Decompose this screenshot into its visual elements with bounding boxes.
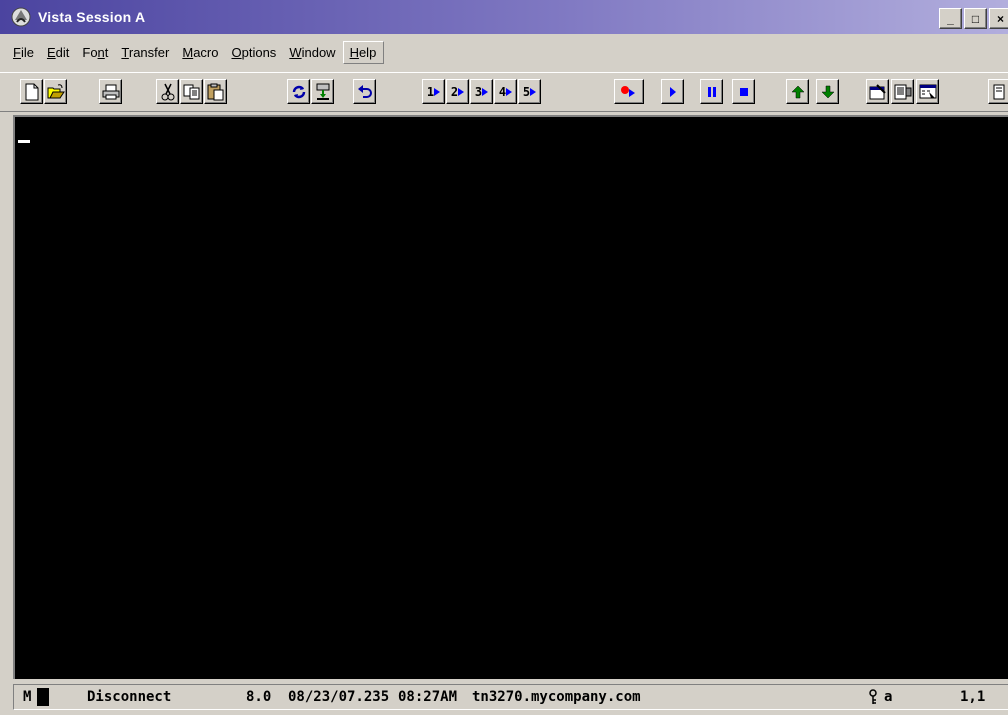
menu-file[interactable]: File xyxy=(7,42,41,63)
menu-window[interactable]: Window xyxy=(283,42,342,63)
menu-help[interactable]: Help xyxy=(342,41,385,64)
extra-icon xyxy=(993,84,1004,99)
properties-button[interactable] xyxy=(866,79,889,104)
macro-1-icon: 1 xyxy=(426,84,435,99)
new-button[interactable] xyxy=(20,79,43,104)
close-icon: × xyxy=(996,11,1004,26)
window-title: Vista Session A xyxy=(38,9,146,25)
macro-3-icon: 3 xyxy=(474,84,483,99)
send-up-button[interactable] xyxy=(786,79,809,104)
menu-bar: File Edit Font Transfer Macro Options Wi… xyxy=(0,35,1008,70)
lock-icon xyxy=(869,689,877,704)
status-date: 08/23/07.235 xyxy=(288,689,390,705)
copy-icon xyxy=(183,84,199,99)
paste-button[interactable] xyxy=(204,79,227,104)
toolbar: 1 2 3 4 5 xyxy=(0,72,1008,112)
keyboard-map-button[interactable] xyxy=(916,79,939,104)
receive-down-button[interactable] xyxy=(816,79,839,104)
pause-button[interactable] xyxy=(700,79,723,104)
macro-2-button[interactable]: 2 xyxy=(446,79,469,104)
minimize-icon: _ xyxy=(947,11,954,26)
print-button[interactable] xyxy=(99,79,122,104)
open-button[interactable] xyxy=(44,79,67,104)
print-icon xyxy=(102,84,119,99)
play-icon xyxy=(669,86,676,97)
macro-5-icon: 5 xyxy=(522,84,531,99)
title-bar[interactable]: Vista Session A _ □ × xyxy=(0,0,1008,34)
macro-4-button[interactable]: 4 xyxy=(494,79,517,104)
properties-icon xyxy=(869,83,886,99)
open-folder-icon xyxy=(47,83,65,98)
status-mode: M xyxy=(23,689,32,705)
cut-button[interactable] xyxy=(156,79,179,104)
keyboard-map-icon xyxy=(919,84,936,98)
terminal-screen[interactable] xyxy=(13,115,1008,679)
stop-icon xyxy=(739,87,748,96)
copy-button[interactable] xyxy=(180,79,203,104)
status-bar: M Disconnect 8.0 08/23/07.235 08:27AM tn… xyxy=(13,684,1008,710)
menu-macro[interactable]: Macro xyxy=(176,42,225,63)
menu-options[interactable]: Options xyxy=(225,42,283,63)
status-indicator: a xyxy=(884,689,893,705)
extra-button[interactable] xyxy=(988,79,1008,104)
pause-icon xyxy=(707,86,716,97)
session-icon xyxy=(894,84,911,99)
macro-4-icon: 4 xyxy=(498,84,507,99)
status-version: 8.0 xyxy=(246,689,272,705)
undo-icon xyxy=(357,84,372,98)
record-button[interactable] xyxy=(614,79,644,104)
disconnect-icon xyxy=(316,83,329,100)
record-icon xyxy=(621,85,635,97)
menu-edit[interactable]: Edit xyxy=(41,42,76,63)
menu-transfer[interactable]: Transfer xyxy=(115,42,176,63)
status-indicator-block xyxy=(37,688,49,706)
text-cursor xyxy=(18,140,30,143)
macro-1-button[interactable]: 1 xyxy=(422,79,445,104)
close-button[interactable]: × xyxy=(989,8,1008,29)
disconnect-button[interactable] xyxy=(311,79,334,104)
status-connection: Disconnect xyxy=(87,689,172,705)
app-icon xyxy=(11,7,31,27)
status-cursor-position: 1,1 xyxy=(960,689,986,705)
down-arrow-icon xyxy=(820,85,835,98)
connect-icon xyxy=(292,85,305,98)
new-document-icon xyxy=(25,83,38,100)
status-host: tn3270.mycompany.com xyxy=(472,689,641,705)
status-time: 08:27AM xyxy=(398,689,458,705)
minimize-button[interactable]: _ xyxy=(939,8,962,29)
macro-2-icon: 2 xyxy=(450,84,459,99)
cut-icon xyxy=(161,83,174,100)
stop-button[interactable] xyxy=(732,79,755,104)
maximize-button[interactable]: □ xyxy=(964,8,987,29)
play-button[interactable] xyxy=(661,79,684,104)
up-arrow-icon xyxy=(790,85,805,98)
menu-font[interactable]: Font xyxy=(76,42,115,63)
paste-icon xyxy=(207,83,223,100)
session-button[interactable] xyxy=(891,79,914,104)
macro-3-button[interactable]: 3 xyxy=(470,79,493,104)
undo-button[interactable] xyxy=(353,79,376,104)
macro-5-button[interactable]: 5 xyxy=(518,79,541,104)
maximize-icon: □ xyxy=(971,11,980,26)
connect-button[interactable] xyxy=(287,79,310,104)
